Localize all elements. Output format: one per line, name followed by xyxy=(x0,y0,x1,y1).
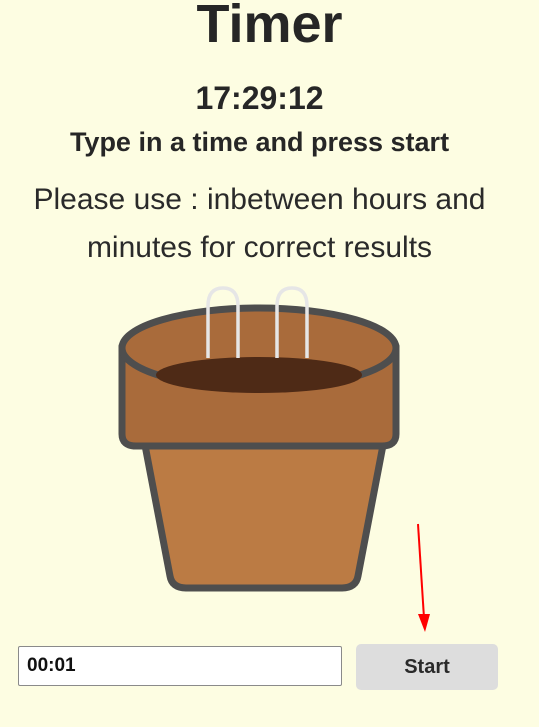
pot-body xyxy=(140,436,388,592)
time-input[interactable] xyxy=(18,646,342,686)
pot-soil xyxy=(156,357,362,393)
instruction-text: Type in a time and press start xyxy=(69,127,450,157)
red-arrow-icon xyxy=(417,523,430,632)
current-time: 17:29:12 xyxy=(195,80,324,116)
flower-pot-icon xyxy=(118,286,400,592)
format-note: Please use : inbetween hours and minutes… xyxy=(33,183,486,264)
page-title: Timer xyxy=(196,0,343,54)
timer-page: Timer 17:29:12 Type in a time and press … xyxy=(0,0,539,727)
start-button[interactable]: Start xyxy=(356,644,498,690)
